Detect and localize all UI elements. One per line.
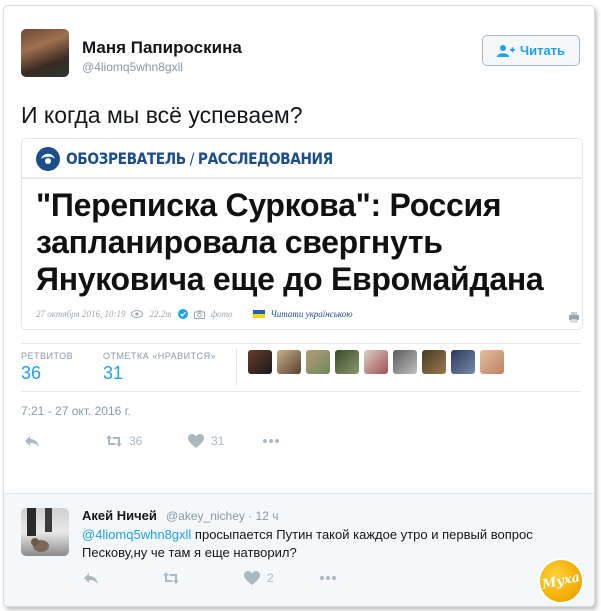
retweet-count: 36 [129, 434, 143, 448]
likes-count[interactable]: 31 [103, 363, 123, 384]
reply-icon [25, 436, 39, 447]
reply-like-button[interactable]: 2 [243, 570, 274, 586]
liker-avatar[interactable] [422, 350, 446, 374]
media-views: 22.2т [149, 309, 172, 319]
liker-avatar[interactable] [480, 350, 504, 374]
stats-divider-top [21, 343, 581, 344]
tweet-media-image[interactable]: ОБОЗРЕВАТЕЛЬ / РАССЛЕДОВАНИЯ "Переписка … [21, 138, 583, 330]
media-header: ОБОЗРЕВАТЕЛЬ / РАССЛЕДОВАНИЯ [22, 139, 582, 179]
more-icon [263, 439, 279, 443]
likes-label: ОТМЕТКА «НРАВИТСЯ» [103, 351, 217, 361]
reply-author-avatar[interactable] [21, 508, 69, 556]
reply-retweet-button[interactable] [162, 570, 180, 586]
brand-separator: / [185, 149, 198, 168]
media-headline: "Переписка Суркова": Россия запланировал… [36, 187, 544, 297]
more-button[interactable] [262, 433, 280, 449]
retweet-icon [163, 572, 179, 584]
like-button[interactable]: 31 [187, 433, 224, 449]
retweet-icon [106, 435, 122, 447]
liker-avatar[interactable] [306, 350, 330, 374]
liker-avatar[interactable] [335, 350, 359, 374]
liker-avatar[interactable] [277, 350, 301, 374]
reply-like-count: 2 [267, 571, 274, 585]
liker-avatar[interactable] [451, 350, 475, 374]
tweet-card: Маня Папироскина @4liomq5whn8gxll Читать… [3, 5, 595, 607]
eye-icon [131, 310, 144, 318]
media-brand: ОБОЗРЕВАТЕЛЬ / РАССЛЕДОВАНИЯ [66, 149, 333, 168]
heart-icon [244, 571, 260, 585]
ukrainian-link: Читати українською [270, 309, 353, 319]
stats-divider-bottom [21, 391, 581, 392]
author-handle[interactable]: @4liomq5whn8gxll [82, 60, 183, 74]
retweets-count[interactable]: 36 [21, 363, 41, 384]
reply-mention[interactable]: @4liomq5whn8gxll [82, 527, 191, 542]
camera-icon [193, 310, 205, 319]
follow-label: Читать [519, 43, 566, 58]
reply-icon [84, 573, 98, 584]
print-icon [569, 312, 579, 323]
reply-avatar-image [27, 508, 52, 552]
follow-button[interactable]: Читать [482, 35, 580, 66]
retweet-button[interactable]: 36 [105, 433, 142, 449]
reply-author-name[interactable]: Акей Ничей [82, 508, 157, 523]
tweet-text: И когда мы всё успеваем? [21, 102, 303, 128]
tweet-timestamp[interactable]: 7:21 - 27 окт. 2016 г. [21, 404, 131, 418]
retweets-label: РЕТВИТОВ [21, 351, 74, 361]
heart-icon [188, 434, 204, 448]
likers-avatars [248, 350, 504, 374]
media-date: 27 октября 2016, 10:19 [36, 309, 126, 319]
add-user-icon [496, 44, 515, 57]
obozrevatel-logo-icon [36, 147, 60, 171]
stats-separator [236, 349, 237, 385]
ukraine-flag-icon [252, 310, 265, 318]
reply-author-handle[interactable]: @akey_nichey · 12 ч [166, 509, 279, 523]
liker-avatar[interactable] [364, 350, 388, 374]
brand-name: ОБОЗРЕВАТЕЛЬ [66, 149, 186, 168]
liker-avatar[interactable] [248, 350, 272, 374]
like-count: 31 [211, 434, 225, 448]
brand-section: РАССЛЕДОВАНИЯ [197, 149, 333, 168]
verified-icon [177, 309, 188, 319]
reply-reply-button[interactable] [82, 570, 100, 586]
reply-tweet: Акей Ничей @akey_nichey · 12 ч @4liomq5w… [4, 493, 594, 606]
media-meta: 27 октября 2016, 10:19 22.2т фото Читати… [36, 309, 353, 319]
author-avatar[interactable] [21, 29, 69, 77]
media-photo-label: фото [210, 309, 233, 319]
reply-button[interactable] [23, 433, 41, 449]
more-icon [320, 576, 336, 580]
author-name[interactable]: Маня Папироскина [82, 38, 242, 58]
reply-text: @4liomq5whn8gxll просыпается Путин такой… [82, 526, 582, 562]
liker-avatar[interactable] [393, 350, 417, 374]
reply-more-button[interactable] [319, 570, 337, 586]
